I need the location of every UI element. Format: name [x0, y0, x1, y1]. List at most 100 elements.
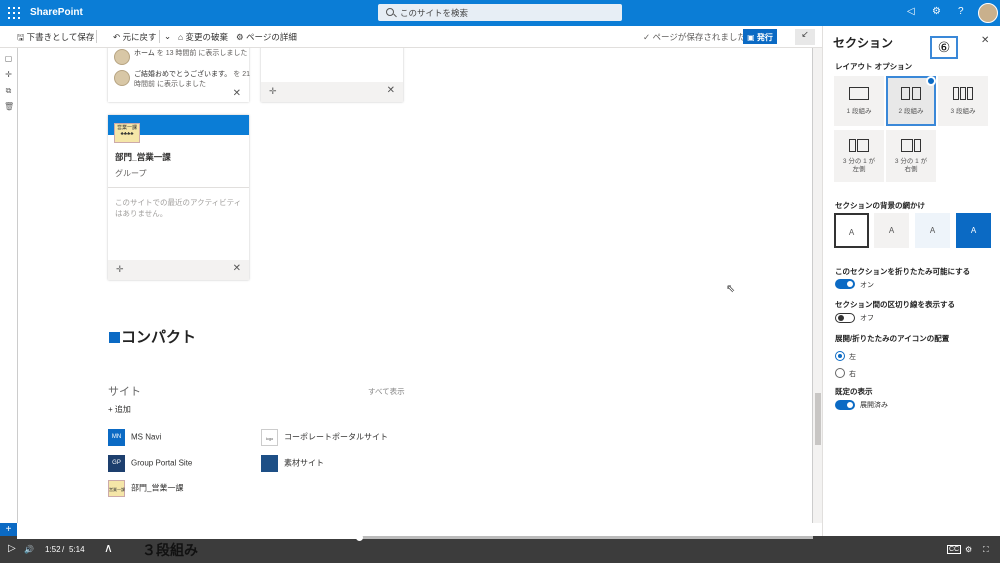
left-toolbar: ▢ ✛ ⧉ 🗑 [0, 48, 17, 523]
group-logo: 営業一課 ♣♣♣♣ [114, 123, 140, 143]
app-launcher-icon[interactable] [8, 7, 20, 19]
background-soft[interactable]: A [915, 213, 950, 248]
layout-label: 1 段組み [846, 108, 872, 115]
bg-glyph: A [888, 226, 895, 235]
activity-card: ホーム を 13 時間前 に表示しました ご結婚おめでとうございます。 を 21… [108, 48, 250, 102]
bg-glyph: A [970, 226, 977, 235]
layout-one-column[interactable]: 1 段組み [834, 76, 884, 126]
play-icon[interactable]: ▷ [8, 543, 16, 554]
scrollbar[interactable] [813, 48, 822, 523]
volume-icon[interactable]: 🔊 [24, 545, 34, 554]
activity-item[interactable]: ご結婚おめでとうございます。 を 21 時間前 に表示しました [114, 70, 250, 90]
scrollbar-thumb[interactable] [815, 393, 821, 445]
add-section-icon[interactable]: + [0, 523, 17, 537]
layout-options-label: レイアウト オプション [835, 62, 913, 71]
site-badge: MN [108, 429, 125, 446]
collapsible-toggle[interactable] [835, 279, 855, 289]
radio-right[interactable] [835, 368, 845, 378]
time-separator: / [62, 545, 65, 554]
site-link-sales-dept[interactable]: 営業一課 部門_営業一課 [108, 480, 183, 497]
avatar [114, 70, 130, 86]
site-link-ms-navi[interactable]: MN MS Navi [108, 429, 161, 446]
undo-label: 元に戻す [122, 32, 157, 42]
activity-page[interactable]: ホーム [134, 50, 155, 57]
activity-item[interactable]: ホーム を 13 時間前 に表示しました [114, 49, 250, 65]
step-callout: ⑥ [930, 36, 958, 59]
avatar[interactable] [978, 3, 998, 23]
background-neutral[interactable]: A [874, 213, 909, 248]
divider [96, 30, 97, 43]
divider-toggle[interactable] [835, 313, 855, 323]
background-label: セクションの背景の網かけ [835, 201, 925, 210]
delete-icon[interactable]: 🗑 [4, 102, 14, 111]
group-card: 営業一課 ♣♣♣♣ 部門_営業一課 グループ このサイトでの最近のアクティビティは… [108, 115, 249, 280]
site-badge: GP [108, 455, 125, 472]
one-column-icon [849, 87, 869, 100]
avatar [114, 49, 130, 65]
layout-one-third-left[interactable]: 3 分の 1 が 左側 [834, 130, 884, 182]
layout-one-third-right[interactable]: 3 分の 1 が 右側 [886, 130, 936, 182]
close-icon[interactable]: ✕ [387, 85, 395, 96]
show-all-link[interactable]: すべて表示 [368, 386, 405, 397]
move-icon[interactable]: ✛ [4, 70, 13, 79]
fullscreen-icon[interactable]: ⛶ [983, 545, 989, 555]
captions-icon[interactable]: CC [947, 545, 962, 554]
gear-icon[interactable]: ⚙ [932, 6, 941, 17]
layout-label: 3 分の 1 が 左側 [842, 158, 876, 173]
icon-position-label: 展開/折りたたみのアイコンの配置 [835, 334, 950, 343]
site-link-materials[interactable]: 素材サイト [261, 455, 324, 472]
add-site-label: 追加 [114, 405, 131, 414]
collapse-icon[interactable]: ↙ [795, 29, 815, 45]
page-details-button[interactable]: ⚙ ページの詳細 [236, 31, 297, 43]
search-placeholder: このサイトを検索 [400, 8, 469, 18]
layout-label: 3 分の 1 が 右側 [894, 158, 928, 173]
close-icon[interactable]: ✕ [233, 263, 241, 274]
layout-three-column[interactable]: 3 段組み [938, 76, 988, 126]
publish-button[interactable]: ▣ 発行 [743, 29, 777, 44]
search-box[interactable]: このサイトを検索 [378, 4, 622, 21]
save-draft-button[interactable]: 🖫 下書きとして保存 [17, 31, 94, 46]
settings-icon[interactable]: ⚙ [965, 545, 972, 554]
add-site-button[interactable]: + 追加 [108, 404, 131, 415]
toggle-knob [847, 402, 853, 408]
edit-section-icon[interactable]: ▢ [4, 54, 13, 63]
site-link-group-portal[interactable]: GP Group Portal Site [108, 455, 192, 472]
radio-right-label: 右 [849, 371, 856, 378]
progress-handle[interactable] [356, 534, 363, 541]
radio-left-label: 左 [849, 354, 856, 361]
site-link-corporate-portal[interactable]: logo コーポレートポータルサイト [261, 429, 388, 446]
site-name: Group Portal Site [131, 458, 193, 468]
background-strong[interactable]: A [956, 213, 991, 248]
collapsible-state: オン [860, 282, 874, 289]
chevron-up-icon[interactable]: ∧ [104, 541, 113, 555]
layout-label: 3 段組み [950, 108, 976, 115]
group-logo-text: 営業一課 [116, 125, 137, 131]
layout-two-column[interactable]: 2 段組み [886, 76, 936, 126]
group-title[interactable]: 部門_営業一課 [115, 151, 171, 163]
activity-page[interactable]: ご結婚おめでとうございます。 [134, 71, 231, 78]
app-name[interactable]: SharePoint [30, 7, 83, 18]
radio-left[interactable] [835, 351, 845, 361]
sites-label: サイト [108, 386, 141, 398]
three-column-icon [953, 87, 973, 100]
site-logo: 営業一課 [108, 480, 125, 497]
move-icon[interactable]: ✛ [116, 264, 124, 275]
divider [108, 187, 249, 188]
default-view-toggle[interactable] [835, 400, 855, 410]
chevron-down-icon[interactable]: ⌄ [164, 31, 171, 42]
help-icon[interactable]: ? [958, 6, 964, 17]
undo-button[interactable]: ↶ 元に戻す [113, 31, 157, 43]
move-icon[interactable]: ✛ [269, 86, 277, 97]
megaphone-icon[interactable]: ◁ [907, 6, 915, 17]
duplicate-icon[interactable]: ⧉ [4, 86, 13, 95]
divider [159, 30, 160, 43]
divider-state: オフ [860, 315, 874, 322]
close-icon[interactable]: ✕ [233, 88, 241, 99]
background-none[interactable]: A [834, 213, 869, 248]
empty-activity-text: このサイトでの最近のアクティビティはありません。 [115, 198, 242, 218]
collapsible-label: このセクションを折りたたみ可能にする [835, 267, 971, 276]
discard-button[interactable]: ⌂ 変更の破棄 [178, 31, 228, 43]
two-column-icon [901, 87, 921, 100]
close-icon[interactable]: ✕ [981, 35, 989, 46]
site-logo: logo [261, 429, 278, 446]
